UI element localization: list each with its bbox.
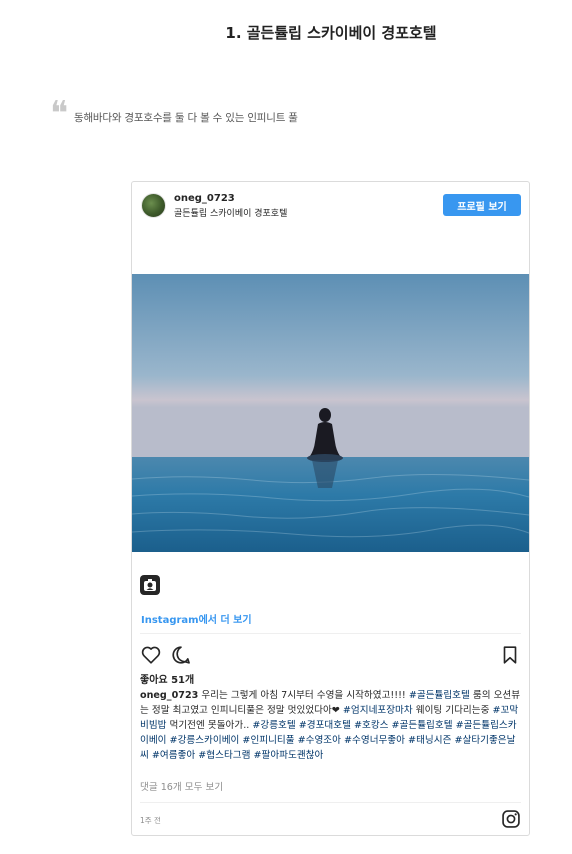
instagram-icon[interactable] bbox=[501, 809, 521, 829]
caption-hashtags[interactable]: #엄지네포장마차 bbox=[343, 705, 413, 716]
quote-text: 동해바다와 경포호수를 둘 다 볼 수 있는 인피니트 풀 bbox=[74, 112, 298, 124]
instagram-embed-card: oneg_0723 골든튤립 스카이베이 경포호텔 프로필 보기 Instagr… bbox=[131, 181, 530, 836]
caption-username[interactable]: oneg_0723 bbox=[140, 690, 198, 701]
like-count: 좋아요 51개 bbox=[140, 675, 195, 686]
view-all-comments-link[interactable]: 댓글 16개 모두 보기 bbox=[140, 779, 223, 793]
divider bbox=[140, 802, 521, 803]
avatar[interactable] bbox=[141, 193, 166, 218]
post-timestamp: 1주 전 bbox=[140, 816, 161, 825]
instagram-logo-icon[interactable] bbox=[140, 575, 160, 595]
comment-icon[interactable] bbox=[170, 644, 192, 666]
view-more-on-instagram-link[interactable]: Instagram에서 더 보기 bbox=[141, 611, 252, 626]
caption-text: 우리는 그렇게 아침 7시부터 수영을 시작하였고!!!! bbox=[198, 690, 409, 701]
quote-mark-icon: ❝ bbox=[50, 94, 69, 134]
heart-icon[interactable] bbox=[140, 644, 162, 666]
caption-text: 먹기전엔 못돌아가.. bbox=[166, 720, 253, 731]
post-username[interactable]: oneg_0723 bbox=[174, 193, 235, 204]
page-title: 1. 골든튤립 스카이베이 경포호텔 bbox=[225, 24, 437, 42]
infinity-pool-photo bbox=[132, 274, 529, 552]
post-caption: oneg_0723 우리는 그렇게 아침 7시부터 수영을 시작하였고!!!! … bbox=[140, 688, 523, 763]
bookmark-icon[interactable] bbox=[499, 644, 521, 666]
post-photo[interactable] bbox=[132, 274, 529, 552]
post-actions bbox=[140, 644, 521, 666]
post-header: oneg_0723 골든튤립 스카이베이 경포호텔 프로필 보기 bbox=[140, 192, 521, 222]
quote-block: ❝ 동해바다와 경포호수를 둘 다 볼 수 있는 인피니트 풀 bbox=[50, 94, 298, 134]
caption-text: 웨이팅 기다리는중 bbox=[412, 705, 493, 716]
post-location[interactable]: 골든튤립 스카이베이 경포호텔 bbox=[174, 206, 287, 219]
view-profile-button[interactable]: 프로필 보기 bbox=[443, 194, 521, 216]
divider bbox=[140, 633, 521, 634]
caption-hashtags[interactable]: #골든튤립호텔 bbox=[409, 690, 470, 701]
